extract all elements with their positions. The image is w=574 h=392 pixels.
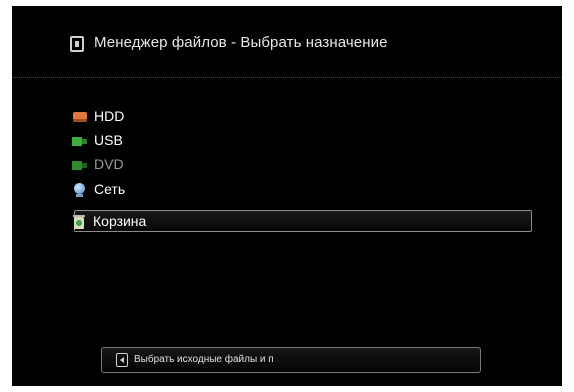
destination-item-dvd: DVD — [72, 154, 542, 176]
file-manager-icon — [70, 36, 84, 52]
destination-label: Сеть — [94, 181, 126, 197]
destination-item-trash[interactable]: Корзина — [71, 210, 532, 232]
destination-item-network[interactable]: Сеть — [72, 179, 542, 201]
header: Менеджер файлов - Выбрать назначение — [12, 6, 562, 78]
trash-icon — [71, 214, 87, 230]
destination-item-hdd[interactable]: HDD — [72, 106, 542, 128]
header-divider — [12, 77, 562, 78]
destination-label: DVD — [94, 156, 124, 172]
file-manager-screen: Менеджер файлов - Выбрать назначение HDD… — [12, 6, 562, 386]
hdd-icon — [72, 109, 88, 125]
destination-label: USB — [94, 132, 123, 148]
page-title: Менеджер файлов - Выбрать назначение — [94, 34, 388, 51]
hint-bar: Выбрать исходные файлы и п — [101, 347, 481, 373]
left-arrow-key-icon — [116, 353, 128, 367]
dvd-icon — [72, 157, 88, 173]
destination-label: HDD — [94, 108, 125, 124]
network-icon — [72, 182, 88, 198]
destination-label: Корзина — [93, 213, 147, 229]
hint-text: Выбрать исходные файлы и п — [134, 354, 274, 365]
usb-icon — [72, 133, 88, 149]
destination-item-usb[interactable]: USB — [72, 130, 542, 152]
